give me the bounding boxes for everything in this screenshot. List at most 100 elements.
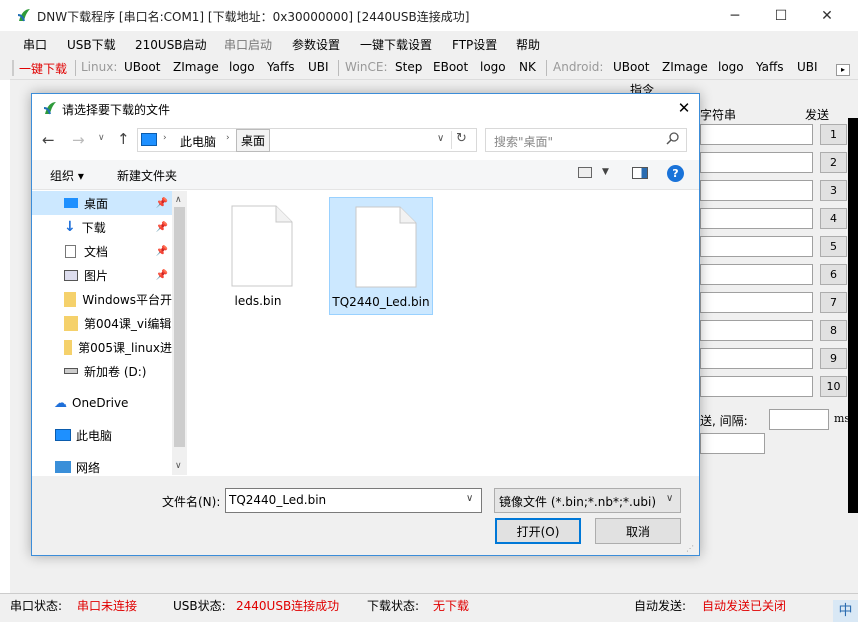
wince-eboot-button[interactable]: EBoot bbox=[433, 60, 468, 74]
address-dropdown-icon[interactable]: ∨ bbox=[437, 133, 444, 144]
auto-send-input[interactable] bbox=[700, 433, 765, 454]
nav-item-folder[interactable]: 第004课_vi编辑 bbox=[32, 311, 172, 335]
linux-uboot-button[interactable]: UBoot bbox=[124, 60, 160, 74]
command-input[interactable] bbox=[700, 292, 813, 313]
send-button-2[interactable]: 2 bbox=[820, 152, 847, 173]
menu-settings[interactable]: 参数设置 bbox=[292, 36, 340, 53]
forward-arrow-icon[interactable]: → bbox=[72, 131, 85, 149]
cancel-button[interactable]: 取消 bbox=[595, 518, 681, 544]
scroll-down-icon[interactable]: ∨ bbox=[175, 461, 182, 471]
linux-zimage-button[interactable]: ZImage bbox=[173, 60, 219, 74]
folder-icon bbox=[64, 291, 77, 307]
desktop-icon bbox=[64, 198, 78, 208]
send-label: 发送 bbox=[805, 108, 830, 122]
android-zimage-button[interactable]: ZImage bbox=[662, 60, 708, 74]
search-placeholder: 搜索"桌面" bbox=[494, 135, 554, 149]
help-icon[interactable]: ? bbox=[667, 165, 684, 182]
up-arrow-icon[interactable]: ↑ bbox=[117, 130, 130, 148]
maximize-button[interactable]: ☐ bbox=[758, 0, 804, 31]
download-icon: ↓ bbox=[64, 219, 76, 235]
menu-210usb-boot[interactable]: 210USB启动 bbox=[135, 36, 207, 53]
android-uboot-button[interactable]: UBoot bbox=[613, 60, 649, 74]
app-logo-icon bbox=[16, 7, 32, 23]
new-folder-button[interactable]: 新建文件夹 bbox=[117, 167, 177, 184]
organize-button[interactable]: 组织 ▾ bbox=[50, 167, 84, 184]
command-input[interactable] bbox=[700, 348, 813, 369]
linux-yaffs-button[interactable]: Yaffs bbox=[267, 60, 295, 74]
ime-indicator[interactable]: 中 bbox=[833, 600, 858, 622]
command-input[interactable] bbox=[700, 180, 813, 201]
nav-item-downloads[interactable]: ↓ 下载 📌 bbox=[32, 215, 172, 239]
android-logo-button[interactable]: logo bbox=[718, 60, 744, 74]
nav-item-drive-d[interactable]: 新加卷 (D:) bbox=[32, 359, 172, 383]
minimize-button[interactable]: ─ bbox=[712, 0, 758, 31]
cloud-icon: ☁ bbox=[54, 395, 67, 411]
interval-input[interactable] bbox=[769, 409, 829, 430]
filename-label: 文件名(N): bbox=[162, 495, 221, 509]
recent-chevron-icon[interactable]: ∨ bbox=[98, 133, 105, 143]
send-button-3[interactable]: 3 bbox=[820, 180, 847, 201]
nav-scrollbar-thumb[interactable] bbox=[174, 207, 185, 447]
search-icon[interactable] bbox=[666, 131, 680, 145]
command-input[interactable] bbox=[700, 320, 813, 341]
linux-ubi-button[interactable]: UBI bbox=[308, 60, 329, 74]
download-status-label: 下载状态: bbox=[367, 599, 420, 613]
refresh-icon[interactable]: ↻ bbox=[456, 131, 467, 146]
menu-usb-download[interactable]: USB下载 bbox=[67, 36, 116, 53]
nav-item-this-pc[interactable]: 此电脑 bbox=[32, 423, 172, 447]
filename-dropdown-icon[interactable]: ∨ bbox=[466, 493, 473, 504]
nav-item-onedrive[interactable]: ☁ OneDrive bbox=[32, 391, 172, 415]
scroll-up-icon[interactable]: ∧ bbox=[175, 195, 182, 205]
nav-item-desktop[interactable]: 桌面 📌 bbox=[32, 191, 172, 215]
wince-logo-button[interactable]: logo bbox=[480, 60, 506, 74]
command-input[interactable] bbox=[700, 264, 813, 285]
serial-status-label: 串口状态: bbox=[10, 599, 63, 613]
android-yaffs-button[interactable]: Yaffs bbox=[756, 60, 784, 74]
drive-icon bbox=[64, 368, 78, 374]
nav-item-documents[interactable]: 文档 📌 bbox=[32, 239, 172, 263]
preview-pane-icon[interactable] bbox=[632, 167, 648, 179]
send-button-1[interactable]: 1 bbox=[820, 124, 847, 145]
send-button-7[interactable]: 7 bbox=[820, 292, 847, 313]
open-button[interactable]: 打开(O) bbox=[495, 518, 581, 544]
command-input[interactable] bbox=[700, 236, 813, 257]
send-button-4[interactable]: 4 bbox=[820, 208, 847, 229]
menu-one-key-settings[interactable]: 一键下载设置 bbox=[360, 36, 432, 53]
send-button-5[interactable]: 5 bbox=[820, 236, 847, 257]
menu-ftp[interactable]: FTP设置 bbox=[452, 36, 497, 53]
menu-serial-boot[interactable]: 串口启动 bbox=[224, 36, 272, 53]
linux-logo-button[interactable]: logo bbox=[229, 60, 255, 74]
nav-item-folder[interactable]: Windows平台开 bbox=[32, 287, 172, 311]
send-button-6[interactable]: 6 bbox=[820, 264, 847, 285]
send-button-9[interactable]: 9 bbox=[820, 348, 847, 369]
close-button[interactable]: ✕ bbox=[804, 0, 850, 31]
wince-nk-button[interactable]: NK bbox=[519, 60, 536, 74]
view-options-icon[interactable] bbox=[578, 167, 592, 178]
command-input[interactable] bbox=[700, 376, 813, 397]
android-ubi-button[interactable]: UBI bbox=[797, 60, 818, 74]
nav-item-pictures[interactable]: 图片 📌 bbox=[32, 263, 172, 287]
send-button-8[interactable]: 8 bbox=[820, 320, 847, 341]
nav-item-folder[interactable]: 第005课_linux进 bbox=[32, 335, 172, 359]
file-item-leds-bin[interactable]: leds.bin bbox=[206, 197, 310, 315]
filetype-value: 镜像文件 (*.bin;*.nb*;*.ubi) bbox=[499, 495, 657, 509]
filetype-dropdown-icon[interactable]: ∨ bbox=[666, 493, 673, 504]
filename-value: TQ2440_Led.bin bbox=[229, 493, 327, 507]
dialog-close-button[interactable]: ✕ bbox=[670, 96, 698, 120]
breadcrumb-this-pc[interactable]: 此电脑 bbox=[180, 133, 216, 150]
one-key-download-button[interactable]: 一键下载 bbox=[19, 60, 67, 77]
toolbar-overflow-icon[interactable]: ▸ bbox=[836, 64, 850, 76]
wince-step-button[interactable]: Step bbox=[395, 60, 422, 74]
file-item-tq2440-led-bin[interactable]: TQ2440_Led.bin bbox=[329, 197, 433, 315]
breadcrumb-desktop[interactable]: 桌面 bbox=[236, 129, 271, 152]
resize-grip-icon[interactable]: ⋰ bbox=[686, 544, 694, 553]
command-input[interactable] bbox=[700, 152, 813, 173]
command-input[interactable] bbox=[700, 124, 813, 145]
command-input[interactable] bbox=[700, 208, 813, 229]
back-arrow-icon[interactable]: ← bbox=[42, 131, 55, 149]
view-dropdown-icon[interactable]: ▼ bbox=[602, 167, 609, 177]
send-button-10[interactable]: 10 bbox=[820, 376, 847, 397]
menu-serial[interactable]: 串口 bbox=[23, 36, 47, 53]
pin-icon: 📌 bbox=[155, 197, 168, 209]
menu-help[interactable]: 帮助 bbox=[516, 36, 540, 53]
